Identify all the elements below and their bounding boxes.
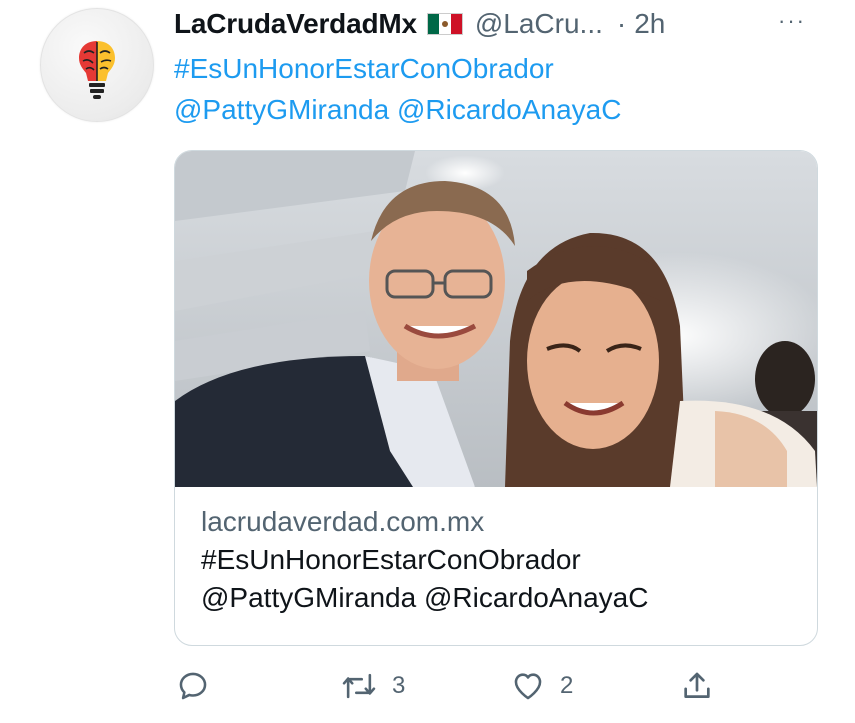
retweet-icon xyxy=(342,673,376,699)
like-button[interactable]: 2 xyxy=(510,664,573,708)
avatar[interactable] xyxy=(40,8,154,122)
brain-lightbulb-icon xyxy=(79,41,115,99)
heart-icon xyxy=(514,673,542,700)
hashtag-link[interactable]: #EsUnHonorEstarConObrador xyxy=(174,48,621,89)
retweet-count: 3 xyxy=(392,672,406,699)
user-handle[interactable]: @LaCru... xyxy=(475,8,603,40)
like-count: 2 xyxy=(560,672,574,699)
mexico-flag-icon xyxy=(426,13,463,35)
tweet-header: LaCrudaVerdadMx @LaCru... · 2h xyxy=(174,4,665,44)
card-title-line: #EsUnHonorEstarConObrador xyxy=(201,544,581,575)
share-icon xyxy=(684,672,710,698)
card-meta: lacrudaverdad.com.mx #EsUnHonorEstarConO… xyxy=(201,503,648,617)
tweet-text: #EsUnHonorEstarConObrador @PattyGMiranda… xyxy=(174,48,621,130)
more-options-icon[interactable]: ··· xyxy=(778,8,806,34)
action-bar: 3 2 xyxy=(176,664,736,708)
share-button[interactable] xyxy=(680,664,714,708)
timestamp[interactable]: 2h xyxy=(634,8,665,40)
card-domain: lacrudaverdad.com.mx xyxy=(201,506,485,537)
card-title-line: @PattyGMiranda @RicardoAnayaC xyxy=(201,582,649,613)
retweet-button[interactable]: 3 xyxy=(340,664,405,708)
link-card[interactable]: lacrudaverdad.com.mx #EsUnHonorEstarConO… xyxy=(174,150,818,646)
mentions-link[interactable]: @PattyGMiranda @RicardoAnayaC xyxy=(174,89,621,130)
separator-dot: · xyxy=(616,8,627,39)
reply-icon xyxy=(179,672,207,700)
display-name[interactable]: LaCrudaVerdadMx xyxy=(174,8,417,40)
reply-button[interactable] xyxy=(176,664,210,708)
card-image[interactable] xyxy=(175,151,817,487)
